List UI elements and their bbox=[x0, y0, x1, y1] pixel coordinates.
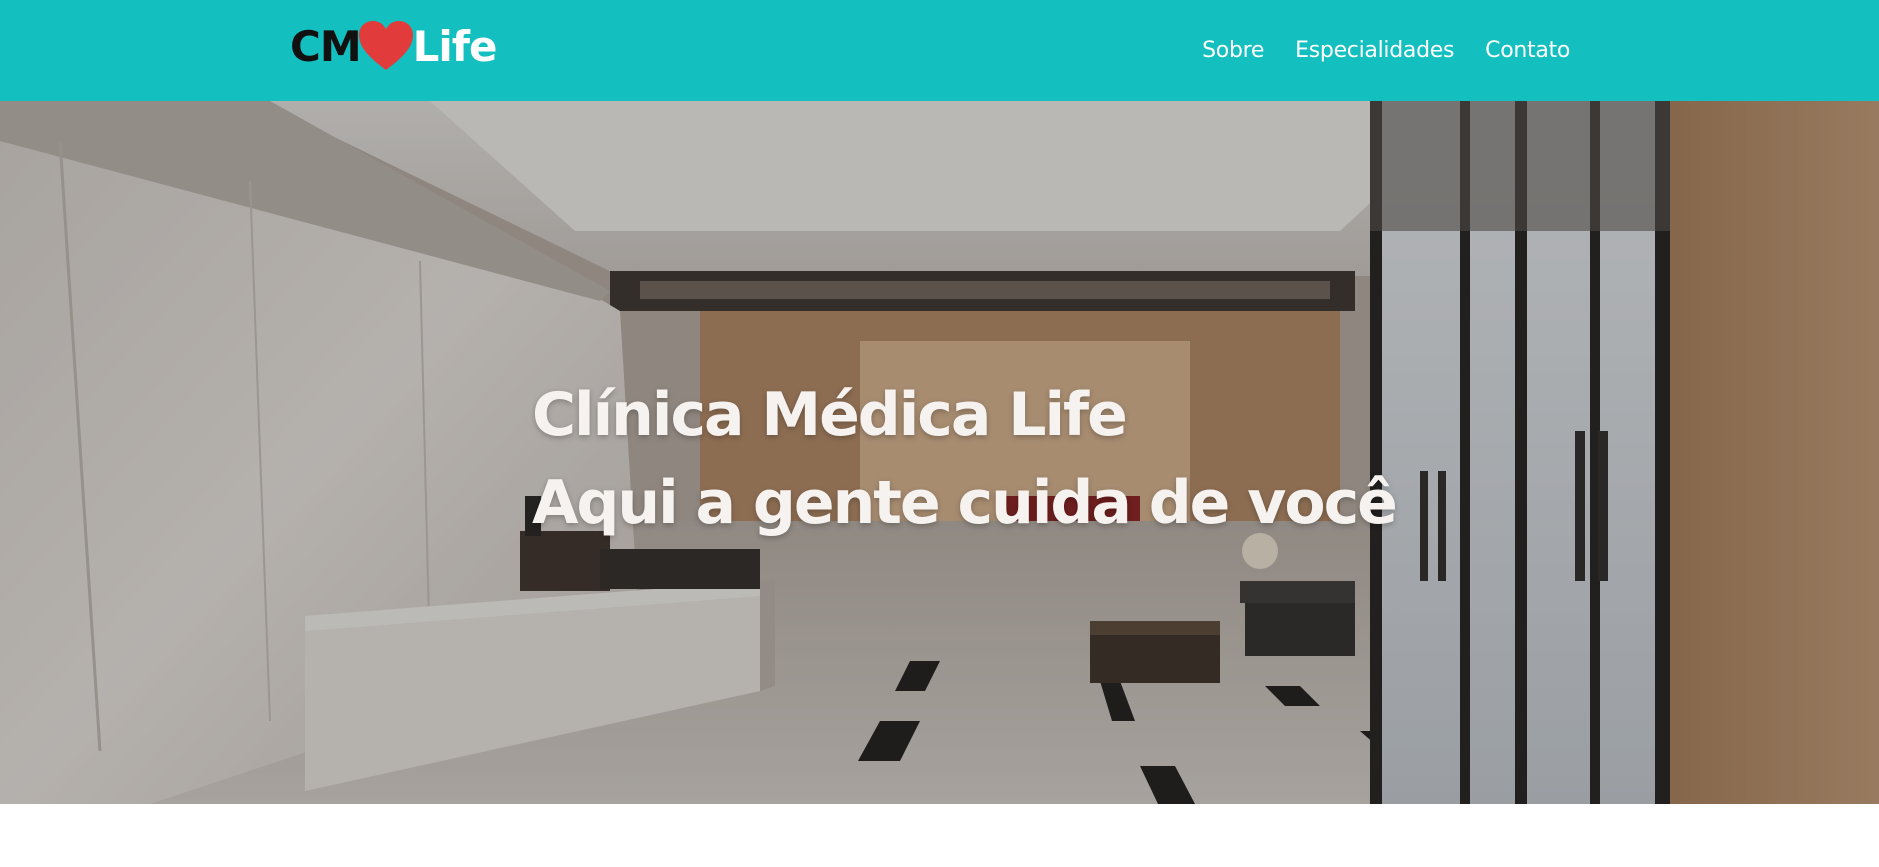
nav-link-contato[interactable]: Contato bbox=[1485, 38, 1570, 63]
hero-heading: Clínica Médica Life Aqui a gente cuida d… bbox=[532, 371, 1398, 547]
nav-link-sobre[interactable]: Sobre bbox=[1202, 38, 1264, 63]
heart-icon bbox=[358, 21, 413, 70]
hero-title: Clínica Médica Life bbox=[532, 380, 1128, 450]
page-content-area bbox=[0, 804, 1879, 867]
logo-text-life: Life bbox=[412, 21, 498, 71]
logo-text-cm: CM bbox=[290, 21, 362, 71]
hero-banner: Clínica Médica Life Aqui a gente cuida d… bbox=[0, 101, 1879, 804]
site-logo[interactable]: CM Life bbox=[290, 18, 498, 74]
site-header: CM Life Sobre Especialidades Contato bbox=[0, 0, 1879, 101]
main-nav: Sobre Especialidades Contato bbox=[1202, 30, 1570, 70]
nav-link-especialidades[interactable]: Especialidades bbox=[1295, 38, 1454, 63]
hero-subtitle: Aqui a gente cuida de você bbox=[532, 468, 1398, 538]
